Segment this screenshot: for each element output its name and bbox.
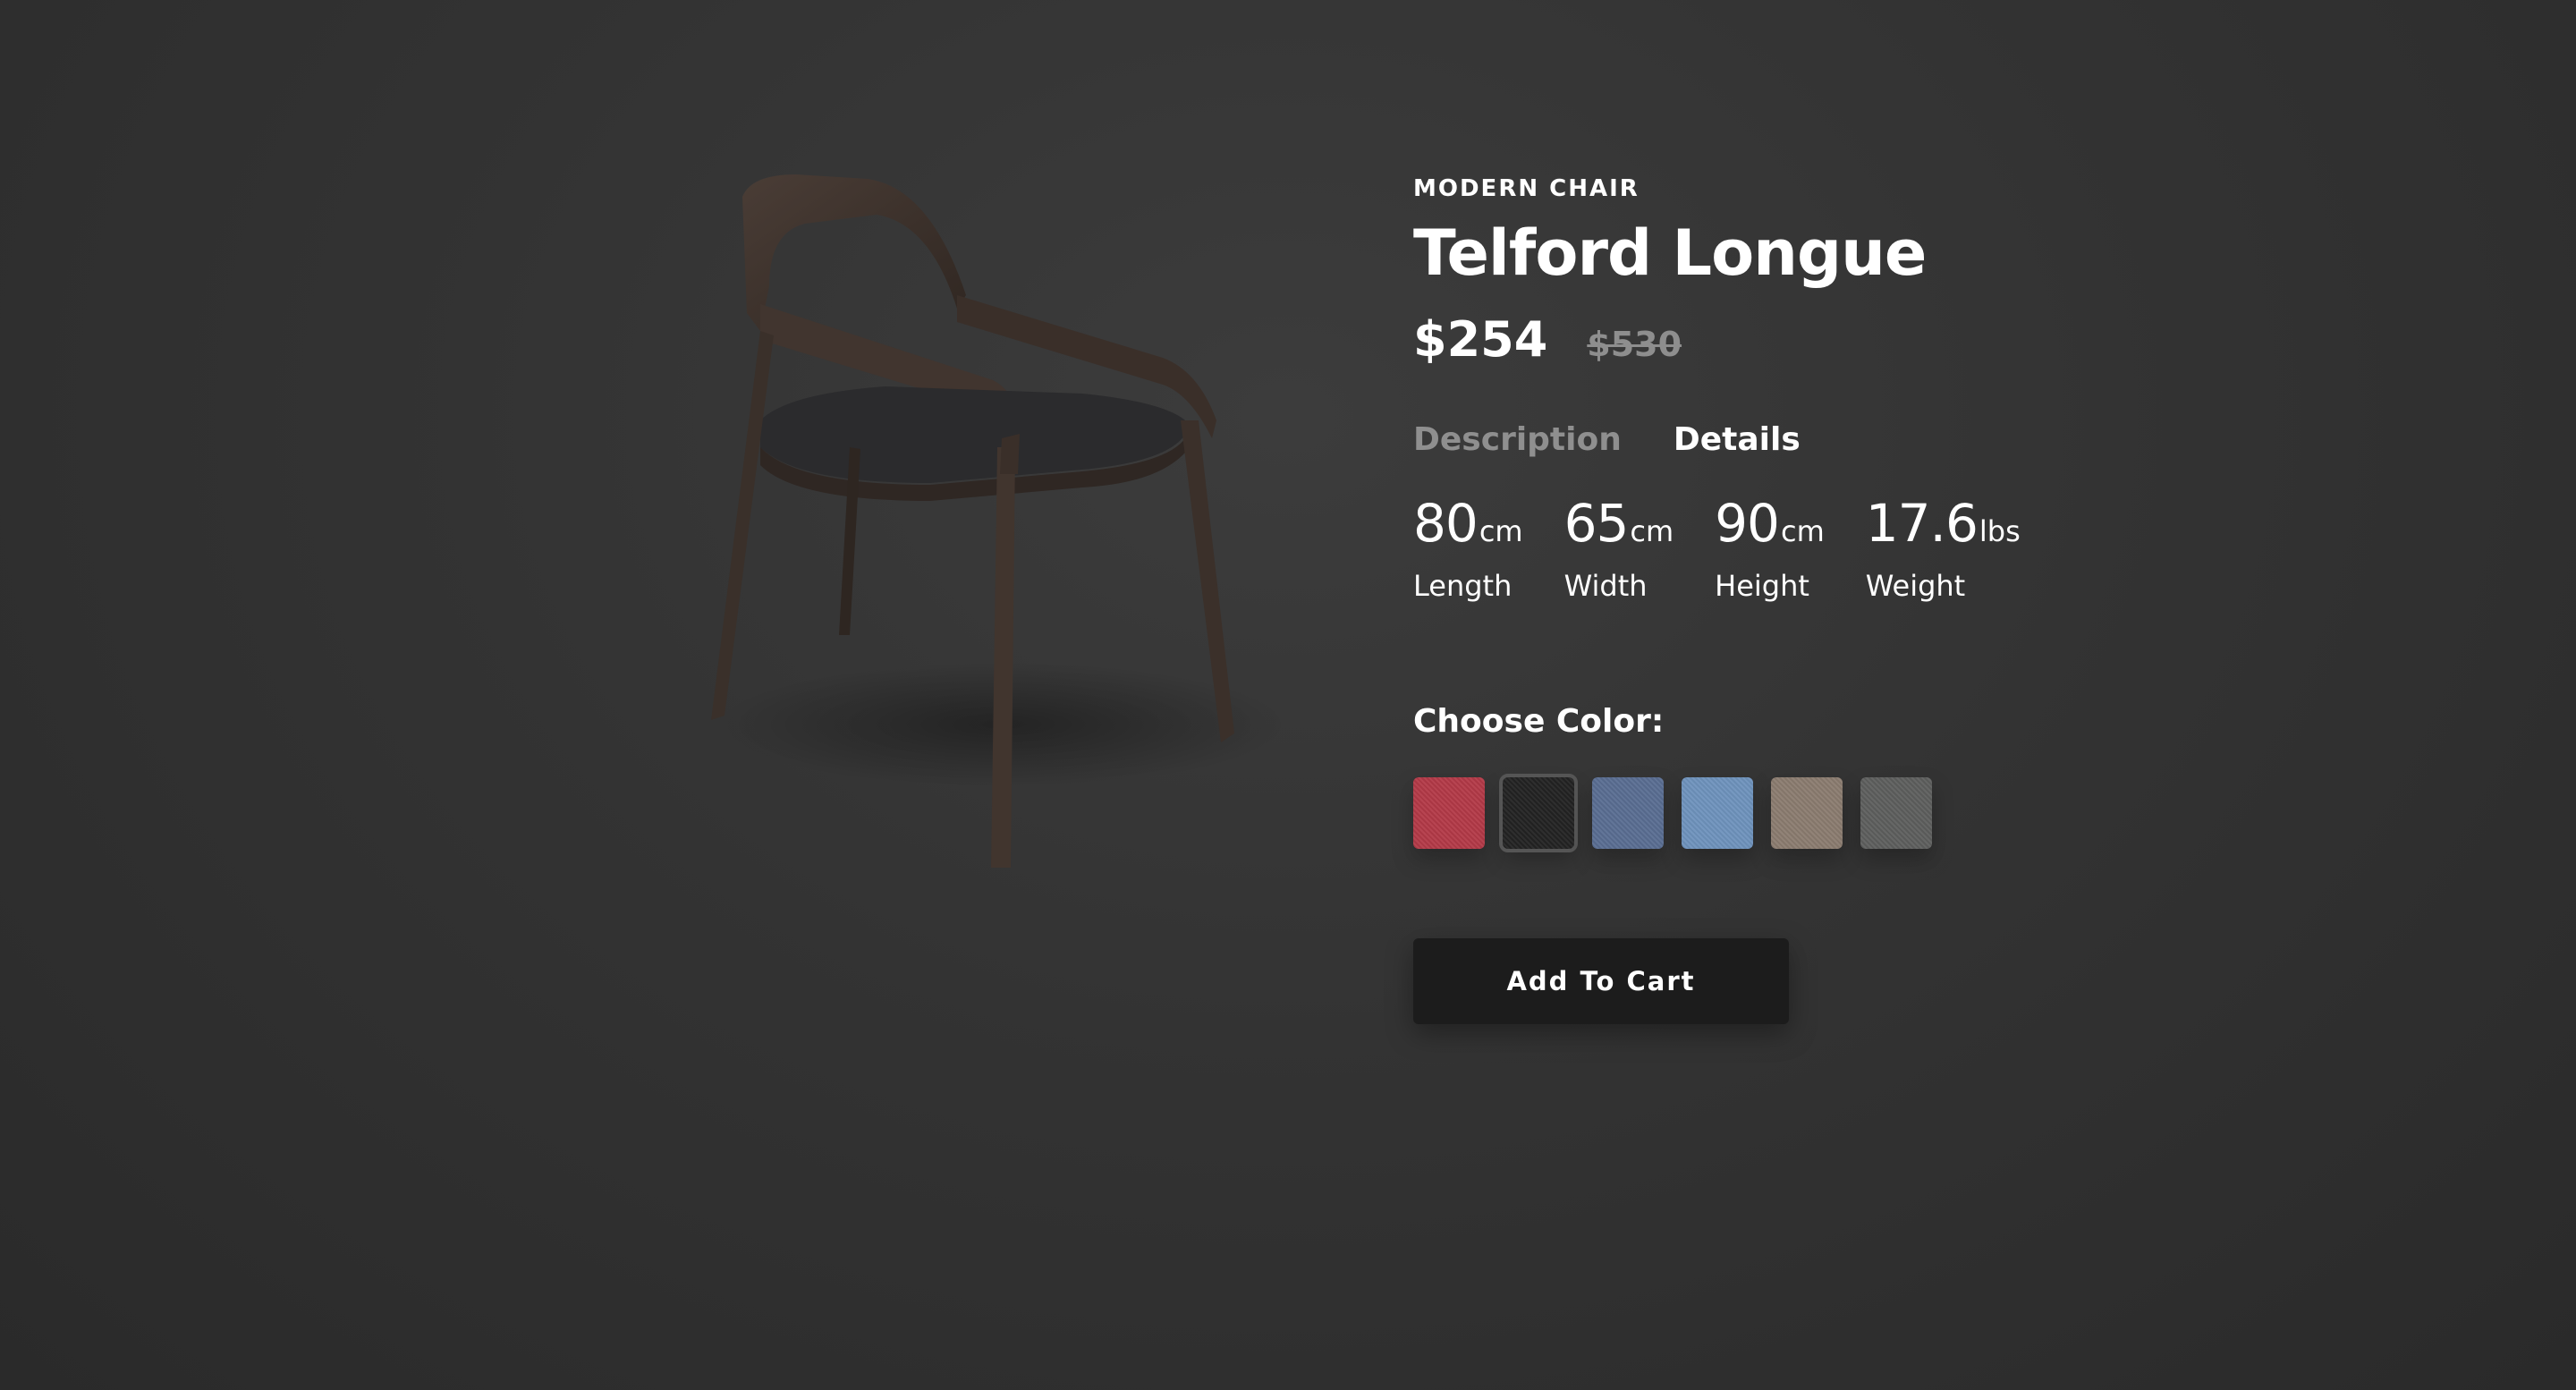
product-category: MODERN CHAIR — [1413, 175, 1640, 202]
spec-length: 80cm Length — [1413, 497, 1523, 603]
spec-height: 90cm Height — [1715, 497, 1825, 603]
spec-value: 90 — [1715, 493, 1780, 554]
spec-label: Weight — [1865, 569, 1966, 603]
product-title: Telford Longue — [1413, 216, 1927, 290]
price-row: $254 $530 — [1413, 311, 2218, 368]
spec-value: 65 — [1563, 493, 1630, 554]
spec-label: Width — [1563, 569, 1648, 603]
spec-value: 80 — [1413, 493, 1479, 554]
tab-description[interactable]: Description — [1413, 421, 1622, 458]
spec-unit: cm — [1630, 514, 1674, 548]
original-price: $530 — [1587, 325, 1682, 364]
swatch-black[interactable] — [1499, 774, 1578, 852]
spec-unit: cm — [1780, 514, 1825, 548]
product-tabs: Description Details — [1413, 421, 2218, 458]
spec-unit: cm — [1479, 514, 1523, 548]
product-page: MODERN CHAIR Telford Longue $254 $530 De… — [0, 0, 2576, 1390]
swatch-denim[interactable] — [1592, 777, 1664, 849]
swatch-light-blue[interactable] — [1682, 777, 1753, 849]
spec-unit: lbs — [1979, 514, 2021, 548]
current-price: $254 — [1413, 311, 1548, 368]
spec-weight: 17.6lbs Weight — [1866, 497, 2021, 603]
chair-image — [662, 152, 1288, 894]
color-swatches — [1413, 774, 2218, 852]
swatch-red[interactable] — [1413, 777, 1485, 849]
tab-details[interactable]: Details — [1674, 421, 1801, 458]
product-info: MODERN CHAIR Telford Longue $254 $530 De… — [1413, 175, 2218, 1024]
choose-color-label: Choose Color: — [1413, 703, 1665, 740]
spec-label: Height — [1715, 569, 1809, 603]
swatch-gray[interactable] — [1860, 777, 1932, 849]
specs-list: 80cm Length 65cm Width 90cm Height 17.6l… — [1413, 497, 2218, 603]
spec-width: 65cm Width — [1564, 497, 1674, 603]
spec-value: 17.6 — [1865, 493, 1979, 554]
spec-label: Length — [1413, 569, 1513, 603]
add-to-cart-button[interactable]: Add To Cart — [1413, 938, 1789, 1024]
swatch-beige[interactable] — [1771, 777, 1843, 849]
